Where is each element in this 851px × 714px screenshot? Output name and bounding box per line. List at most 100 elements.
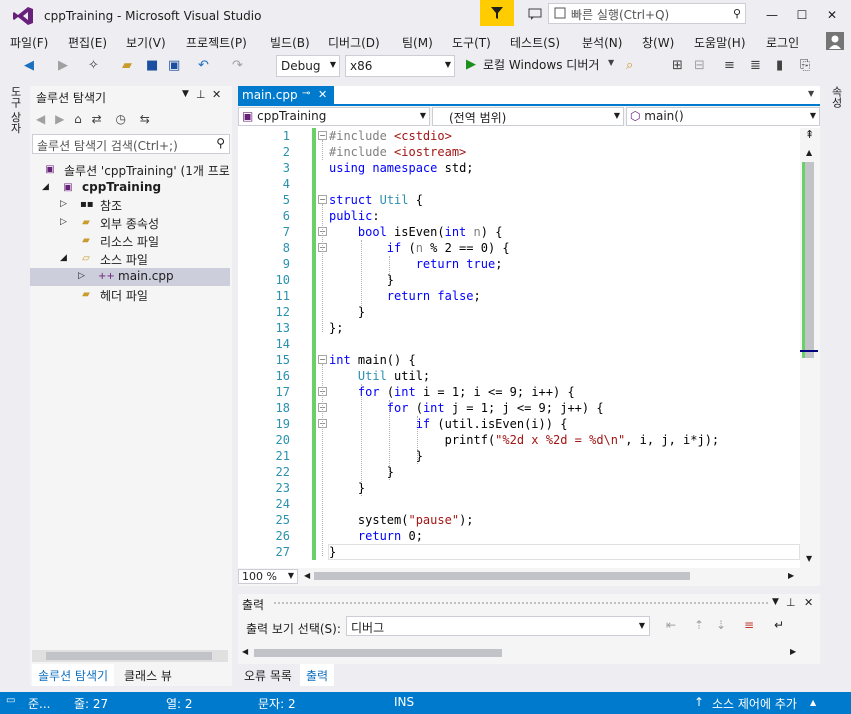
code-line[interactable]: system("pause");	[329, 512, 474, 528]
next-message-icon[interactable]: ⇣	[716, 618, 726, 632]
clear-all-icon[interactable]: ≡	[744, 618, 754, 632]
code-line[interactable]: }	[329, 448, 423, 464]
menu-build[interactable]: 빌드(B)	[270, 34, 310, 51]
outline-collapse-icon[interactable]: −	[318, 195, 327, 204]
scope-nav-select[interactable]: (전역 범위) ▼	[432, 107, 624, 126]
feedback-icon[interactable]	[528, 8, 542, 20]
platform-select[interactable]: x86 ▼	[345, 55, 455, 77]
upload-icon[interactable]: ↑	[694, 695, 704, 709]
code-line[interactable]: }	[329, 480, 365, 496]
save-icon[interactable]: ■	[146, 58, 158, 73]
collapsed-arrow-icon[interactable]: ▷	[78, 271, 85, 281]
se-horizontal-scrollbar[interactable]	[32, 650, 228, 662]
history-icon[interactable]: ◷	[115, 112, 125, 126]
menu-project[interactable]: 프로젝트(P)	[186, 34, 247, 51]
panel-dropdown-icon[interactable]: ▼	[772, 597, 779, 607]
chevron-up-icon[interactable]: ▲	[810, 698, 816, 707]
quick-launch-input[interactable]: 빠른 실행(Ctrl+Q) ⚲	[548, 3, 746, 24]
toolbar-icon-2[interactable]: ⊟	[694, 58, 705, 73]
scroll-left-icon[interactable]: ◀	[304, 571, 310, 580]
code-line[interactable]: return false;	[329, 288, 481, 304]
pin-icon[interactable]: ⊥	[786, 596, 796, 609]
tree-item-references[interactable]: ▷ ▪▪ 참조	[30, 196, 230, 214]
code-line[interactable]: if (n % 2 == 0) {	[329, 240, 510, 256]
tab-output[interactable]: 출력	[300, 664, 335, 686]
project-nav-select[interactable]: ▣ cppTraining ▼	[238, 107, 430, 126]
close-panel-icon[interactable]: ✕	[212, 88, 221, 101]
code-line[interactable]: Util util;	[329, 368, 430, 384]
menu-debug[interactable]: 디버그(D)	[328, 34, 380, 51]
code-line[interactable]: }	[329, 304, 365, 320]
code-line[interactable]: #include <iostream>	[329, 144, 466, 160]
tree-item-main-cpp[interactable]: ▷ ++ main.cpp	[30, 268, 230, 286]
tab-overflow-icon[interactable]: ▼	[808, 89, 814, 98]
menu-test[interactable]: 테스트(S)	[510, 34, 560, 51]
output-horizontal-scrollbar[interactable]: ◀ ▶	[238, 646, 820, 660]
undo-icon[interactable]: ↶	[198, 58, 209, 73]
menu-file[interactable]: 파일(F)	[10, 34, 48, 51]
menu-help[interactable]: 도움말(H)	[694, 34, 746, 51]
new-project-icon[interactable]: ✧	[88, 58, 99, 73]
find-in-files-icon[interactable]: ⌕	[626, 58, 633, 73]
panel-grip[interactable]	[274, 602, 768, 606]
code-line[interactable]: #include <cstdio>	[329, 128, 452, 144]
scroll-right-icon[interactable]: ▶	[790, 647, 796, 656]
code-line[interactable]: for (int j = 1; j <= 9; j++) {	[329, 400, 604, 416]
se-forward-icon[interactable]: ▶	[55, 112, 64, 126]
menu-analyze[interactable]: 분석(N)	[582, 34, 622, 51]
outline-collapse-icon[interactable]: −	[318, 355, 327, 364]
solution-config-select[interactable]: Debug ▼	[276, 55, 340, 77]
run-debugger-button[interactable]: 로컬 Windows 디버거	[483, 56, 599, 73]
outline-collapse-icon[interactable]: −	[318, 131, 327, 140]
tree-item-source-files[interactable]: ◢ ▱ 소스 파일	[30, 250, 230, 268]
redo-icon[interactable]: ↷	[232, 58, 243, 73]
find-message-icon[interactable]: ⇤	[666, 618, 676, 632]
source-control-button[interactable]: 소스 제어에 추가	[712, 695, 797, 712]
word-wrap-icon[interactable]: ↵	[774, 618, 784, 632]
collapsed-arrow-icon[interactable]: ▷	[60, 217, 67, 227]
prev-message-icon[interactable]: ⇡	[694, 618, 704, 632]
code-line[interactable]: return 0;	[329, 528, 423, 544]
sync-active-icon[interactable]: ⇆	[140, 112, 150, 126]
tree-item-header-files[interactable]: ▰ 헤더 파일	[30, 286, 230, 304]
se-search-input[interactable]: 솔루션 탐색기 검색(Ctrl+;) ⚲	[32, 134, 230, 154]
home-icon[interactable]: ⌂	[74, 112, 82, 126]
open-file-icon[interactable]: ▰	[122, 58, 132, 73]
collapsed-arrow-icon[interactable]: ▷	[60, 199, 67, 209]
code-line[interactable]: }	[329, 464, 394, 480]
sync-icon[interactable]: ⇄	[92, 112, 102, 126]
code-line[interactable]: public:	[329, 208, 380, 224]
tab-error-list[interactable]: 오류 목록	[238, 664, 298, 686]
zoom-select[interactable]: 100 % ▼	[238, 569, 298, 584]
pin-icon[interactable]: ⊥	[196, 88, 206, 101]
close-button[interactable]: ✕	[822, 8, 842, 22]
code-line[interactable]: return true;	[329, 256, 503, 272]
code-line[interactable]: printf("%2d x %2d = %d\n", i, j, i*j);	[329, 432, 720, 448]
close-panel-icon[interactable]: ✕	[804, 596, 813, 609]
tree-item-external-deps[interactable]: ▷ ▰ 외부 종속성	[30, 214, 230, 232]
scroll-down-icon[interactable]: ▼	[806, 554, 812, 563]
feedback-filter-icon[interactable]	[480, 0, 514, 26]
code-line[interactable]: using namespace std;	[329, 160, 474, 176]
bookmark-next-icon[interactable]: ⎘	[800, 58, 810, 73]
se-scroll-thumb[interactable]	[46, 652, 212, 660]
bookmark-icon[interactable]: ▮	[776, 58, 783, 73]
output-scroll-thumb[interactable]	[254, 649, 502, 657]
close-tab-icon[interactable]: ✕	[318, 88, 327, 101]
code-line[interactable]: };	[329, 320, 343, 336]
scroll-left-icon[interactable]: ◀	[242, 647, 248, 656]
menu-team[interactable]: 팀(M)	[402, 34, 433, 51]
se-back-icon[interactable]: ◀	[36, 112, 45, 126]
minimize-button[interactable]: —	[762, 8, 782, 22]
code-line[interactable]: bool isEven(int n) {	[329, 224, 503, 240]
play-icon[interactable]: ▶	[466, 57, 476, 72]
forward-icon[interactable]: ▶	[58, 58, 68, 73]
code-editor[interactable]	[238, 86, 820, 586]
toolbox-tab[interactable]: 도구 상자	[9, 86, 23, 134]
document-tab-main-cpp[interactable]: main.cpp ⊸ ✕	[238, 86, 334, 106]
maximize-button[interactable]: ☐	[792, 8, 812, 22]
scroll-right-icon[interactable]: ▶	[788, 571, 794, 580]
run-dropdown-icon[interactable]: ▼	[608, 58, 614, 67]
properties-tab[interactable]: 속성	[830, 86, 844, 108]
profile-icon[interactable]	[826, 32, 844, 50]
